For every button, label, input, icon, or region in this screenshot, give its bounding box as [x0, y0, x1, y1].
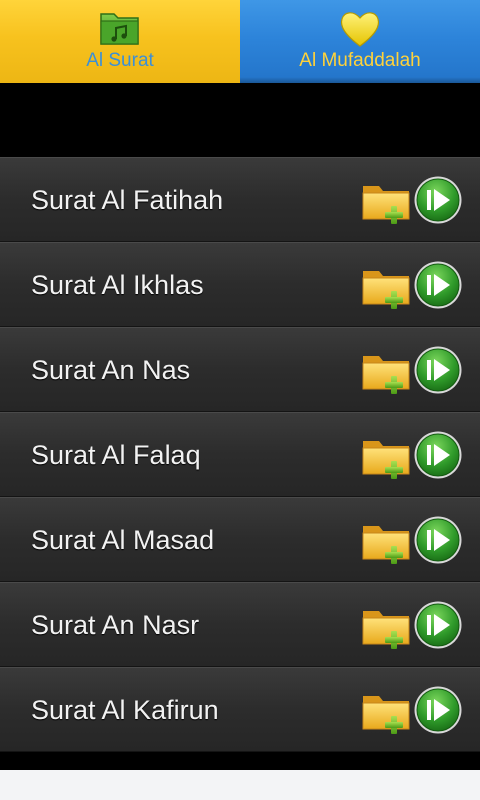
surah-title: Surat An Nas: [31, 355, 191, 385]
header-band: [0, 83, 480, 157]
play-icon[interactable]: [413, 345, 463, 395]
add-to-folder-icon[interactable]: [361, 690, 413, 734]
play-icon[interactable]: [413, 175, 463, 225]
tab-al-mufaddalah[interactable]: Al Mufaddalah: [240, 0, 480, 83]
tab-label: Al Mufaddalah: [299, 50, 421, 71]
surah-title: Surat Al Masad: [31, 525, 215, 555]
play-icon[interactable]: [413, 600, 463, 650]
surah-title: Surat Al Fatihah: [31, 185, 224, 215]
add-to-folder-icon[interactable]: [361, 435, 413, 479]
tab-label: Al Surat: [86, 50, 154, 71]
surah-title: Surat Al Ikhlas: [31, 270, 204, 300]
surah-row[interactable]: Surat Al Ikhlas: [0, 242, 480, 327]
surah-row[interactable]: Surat Al Fatihah: [0, 157, 480, 242]
bottom-bar: [0, 770, 480, 800]
surah-row[interactable]: Surat An Nasr: [0, 582, 480, 667]
play-icon[interactable]: [413, 515, 463, 565]
surah-row[interactable]: Surat Al Masad: [0, 497, 480, 582]
surah-title: Surat An Nasr: [31, 610, 200, 640]
surah-list: Surat Al Fatihah Surat Al Ikhlas Surat A…: [0, 157, 480, 752]
add-to-folder-icon[interactable]: [361, 265, 413, 309]
surah-row[interactable]: Surat Al Falaq: [0, 412, 480, 497]
add-to-folder-icon[interactable]: [361, 520, 413, 564]
add-to-folder-icon[interactable]: [361, 605, 413, 649]
heart-icon: [340, 12, 380, 47]
play-icon[interactable]: [413, 430, 463, 480]
play-icon[interactable]: [413, 260, 463, 310]
surah-title: Surat Al Kafirun: [31, 695, 219, 725]
surah-title: Surat Al Falaq: [31, 440, 201, 470]
add-to-folder-icon[interactable]: [361, 180, 413, 224]
tab-bar: Al Surat Al Mufaddalah: [0, 0, 480, 83]
add-to-folder-icon[interactable]: [361, 350, 413, 394]
tab-al-surat[interactable]: Al Surat: [0, 0, 240, 83]
surah-row[interactable]: Surat Al Kafirun: [0, 667, 480, 752]
play-icon[interactable]: [413, 685, 463, 735]
music-folder-icon: [100, 13, 139, 45]
surah-row[interactable]: Surat An Nas: [0, 327, 480, 412]
